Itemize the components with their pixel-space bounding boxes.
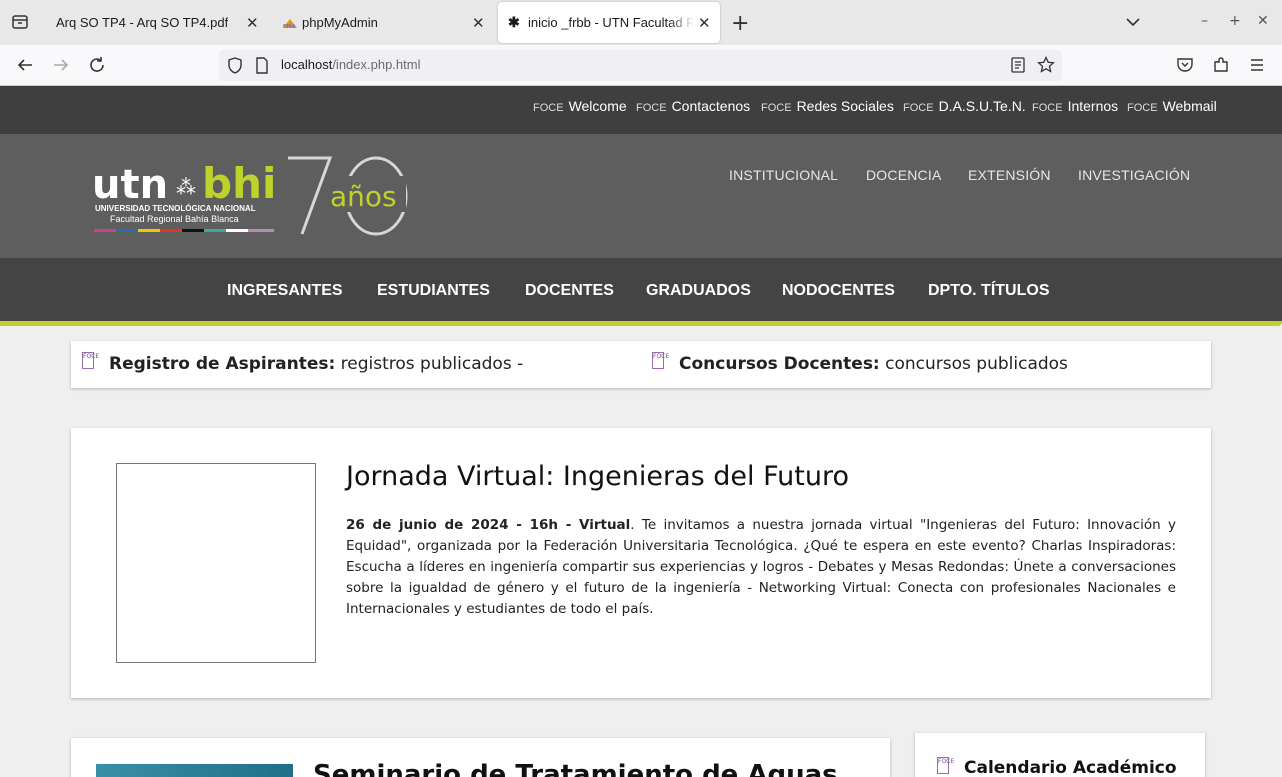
link-icon: FOCE <box>761 102 792 114</box>
ticker-concursos-docentes[interactable]: Concursos Docentes: concursos publicados <box>679 354 1068 374</box>
svg-text:bhi: bhi <box>202 159 276 208</box>
nav-estudiantes[interactable]: ESTUDIANTES <box>377 282 490 300</box>
svg-text:utn: utn <box>92 162 168 208</box>
header-link-investigacion[interactable]: INVESTIGACIÓN <box>1078 167 1190 183</box>
browser-tab-phpmyadmin[interactable]: PMA phpMyAdmin ✕ <box>272 2 496 43</box>
news-body: 26 de junio de 2024 - 16h - Virtual. Te … <box>346 517 1176 617</box>
missing-glyph-icon: FOCE <box>652 352 669 369</box>
tab-title: Arq SO TP4 - Arq SO TP4.pdf <box>56 15 229 30</box>
svg-text:UNIVERSIDAD TECNOLÓGICA NACION: UNIVERSIDAD TECNOLÓGICA NACIONAL <box>95 204 256 213</box>
nav-dpto-titulos[interactable]: DPTO. TÍTULOS <box>928 282 1049 300</box>
top-link-contactenos[interactable]: FOCE Contactenos <box>636 98 750 114</box>
link-icon: FOCE <box>1127 102 1158 114</box>
tab-list-icon[interactable] <box>11 13 29 31</box>
tab-title: inicio _frbb - UTN Facultad Regional Bah… <box>528 15 694 30</box>
sidebar-title[interactable]: Calendario Académico <box>964 758 1177 777</box>
restore-button[interactable]: + <box>1229 13 1241 29</box>
chevron-down-icon[interactable] <box>1125 14 1141 30</box>
utn-bhi-70-logo[interactable]: utn ⁂ bhi UNIVERSIDAD TECNOLÓGICA NACION… <box>92 154 422 244</box>
svg-text:PMA: PMA <box>283 24 296 29</box>
main-navigation: INGRESANTES ESTUDIANTES DOCENTES GRADUAD… <box>0 258 1282 326</box>
reader-view-icon[interactable] <box>1011 57 1025 73</box>
header-link-extension[interactable]: EXTENSIÓN <box>968 167 1051 183</box>
close-icon[interactable]: ✕ <box>698 14 711 32</box>
nav-nodocentes[interactable]: NODOCENTES <box>782 282 895 300</box>
browser-nav-bar: localhost/index.php.html <box>0 45 1282 86</box>
browser-tab-pdf[interactable]: Arq SO TP4 - Arq SO TP4.pdf ✕ <box>44 2 270 43</box>
minimize-button[interactable]: – <box>1201 13 1208 29</box>
news-title[interactable]: Seminario de Tratamiento de Aguas <box>313 760 838 777</box>
back-arrow-icon[interactable] <box>16 56 34 74</box>
extensions-icon[interactable] <box>1212 56 1230 74</box>
reload-icon[interactable] <box>88 56 106 74</box>
header-link-docencia[interactable]: DOCENCIA <box>866 167 942 183</box>
svg-text:Facultad Regional Bahía Blanca: Facultad Regional Bahía Blanca <box>110 214 239 224</box>
link-icon: FOCE <box>1032 102 1063 114</box>
news-card: Jornada Virtual: Ingenieras del Futuro 2… <box>71 428 1211 698</box>
top-link-welcome[interactable]: FOCE Welcome <box>533 98 627 114</box>
top-link-redes-sociales[interactable]: FOCE Redes Sociales <box>761 98 894 114</box>
tab-title: phpMyAdmin <box>302 15 378 30</box>
svg-text:⁂: ⁂ <box>176 175 196 199</box>
site-header: utn ⁂ bhi UNIVERSIDAD TECNOLÓGICA NACION… <box>0 134 1282 258</box>
nav-graduados[interactable]: GRADUADOS <box>646 282 751 300</box>
nav-docentes[interactable]: DOCENTES <box>525 282 614 300</box>
missing-glyph-icon: FOCE <box>82 352 99 369</box>
top-link-internos[interactable]: FOCE Internos <box>1032 98 1118 114</box>
svg-text:años: años <box>330 180 397 213</box>
news-title[interactable]: Jornada Virtual: Ingenieras del Futuro <box>346 461 849 492</box>
address-bar[interactable]: localhost/index.php.html <box>219 50 1062 81</box>
forward-arrow-icon[interactable] <box>52 56 70 74</box>
sidebar-calendar: FOCE Calendario Académico <box>915 733 1205 777</box>
link-icon: FOCE <box>636 102 667 114</box>
shield-icon[interactable] <box>227 57 243 74</box>
announcement-ticker: FOCE Registro de Aspirantes: registros p… <box>71 341 1211 388</box>
close-window-button[interactable]: ✕ <box>1257 13 1269 29</box>
nav-ingresantes[interactable]: INGRESANTES <box>227 282 343 300</box>
top-link-dasuten[interactable]: FOCE D.A.S.U.Te.N. <box>903 98 1026 114</box>
close-icon[interactable]: ✕ <box>246 14 259 32</box>
header-link-institucional[interactable]: INSTITUCIONAL <box>729 167 838 183</box>
phpmyadmin-favicon-icon: PMA <box>283 19 297 29</box>
page-icon[interactable] <box>255 57 269 74</box>
hamburger-menu-icon[interactable] <box>1248 56 1266 74</box>
missing-glyph-icon: FOCE <box>937 757 954 774</box>
browser-tab-utn[interactable]: ✱ inicio _frbb - UTN Facultad Regional B… <box>498 2 720 43</box>
news-card-2: Seminario de Tratamiento de Aguas <box>71 738 890 777</box>
news-thumbnail[interactable] <box>96 764 293 777</box>
utn-favicon-icon: ✱ <box>508 14 520 30</box>
ticker-registro-aspirantes[interactable]: Registro de Aspirantes: registros public… <box>109 354 523 374</box>
new-tab-button[interactable]: + <box>731 11 749 36</box>
link-icon: FOCE <box>903 102 934 114</box>
top-link-webmail[interactable]: FOCE Webmail <box>1127 98 1217 114</box>
bookmark-star-icon[interactable] <box>1037 56 1055 74</box>
top-utility-bar: FOCE Welcome FOCE Contactenos FOCE Redes So… <box>0 86 1282 134</box>
close-icon[interactable]: ✕ <box>472 14 485 32</box>
pocket-icon[interactable] <box>1176 56 1194 74</box>
browser-tab-bar: Arq SO TP4 - Arq SO TP4.pdf ✕ PMA phpMyA… <box>0 0 1282 45</box>
url-text: localhost/index.php.html <box>281 57 421 72</box>
link-icon: FOCE <box>533 102 564 114</box>
news-thumbnail[interactable] <box>116 463 316 663</box>
